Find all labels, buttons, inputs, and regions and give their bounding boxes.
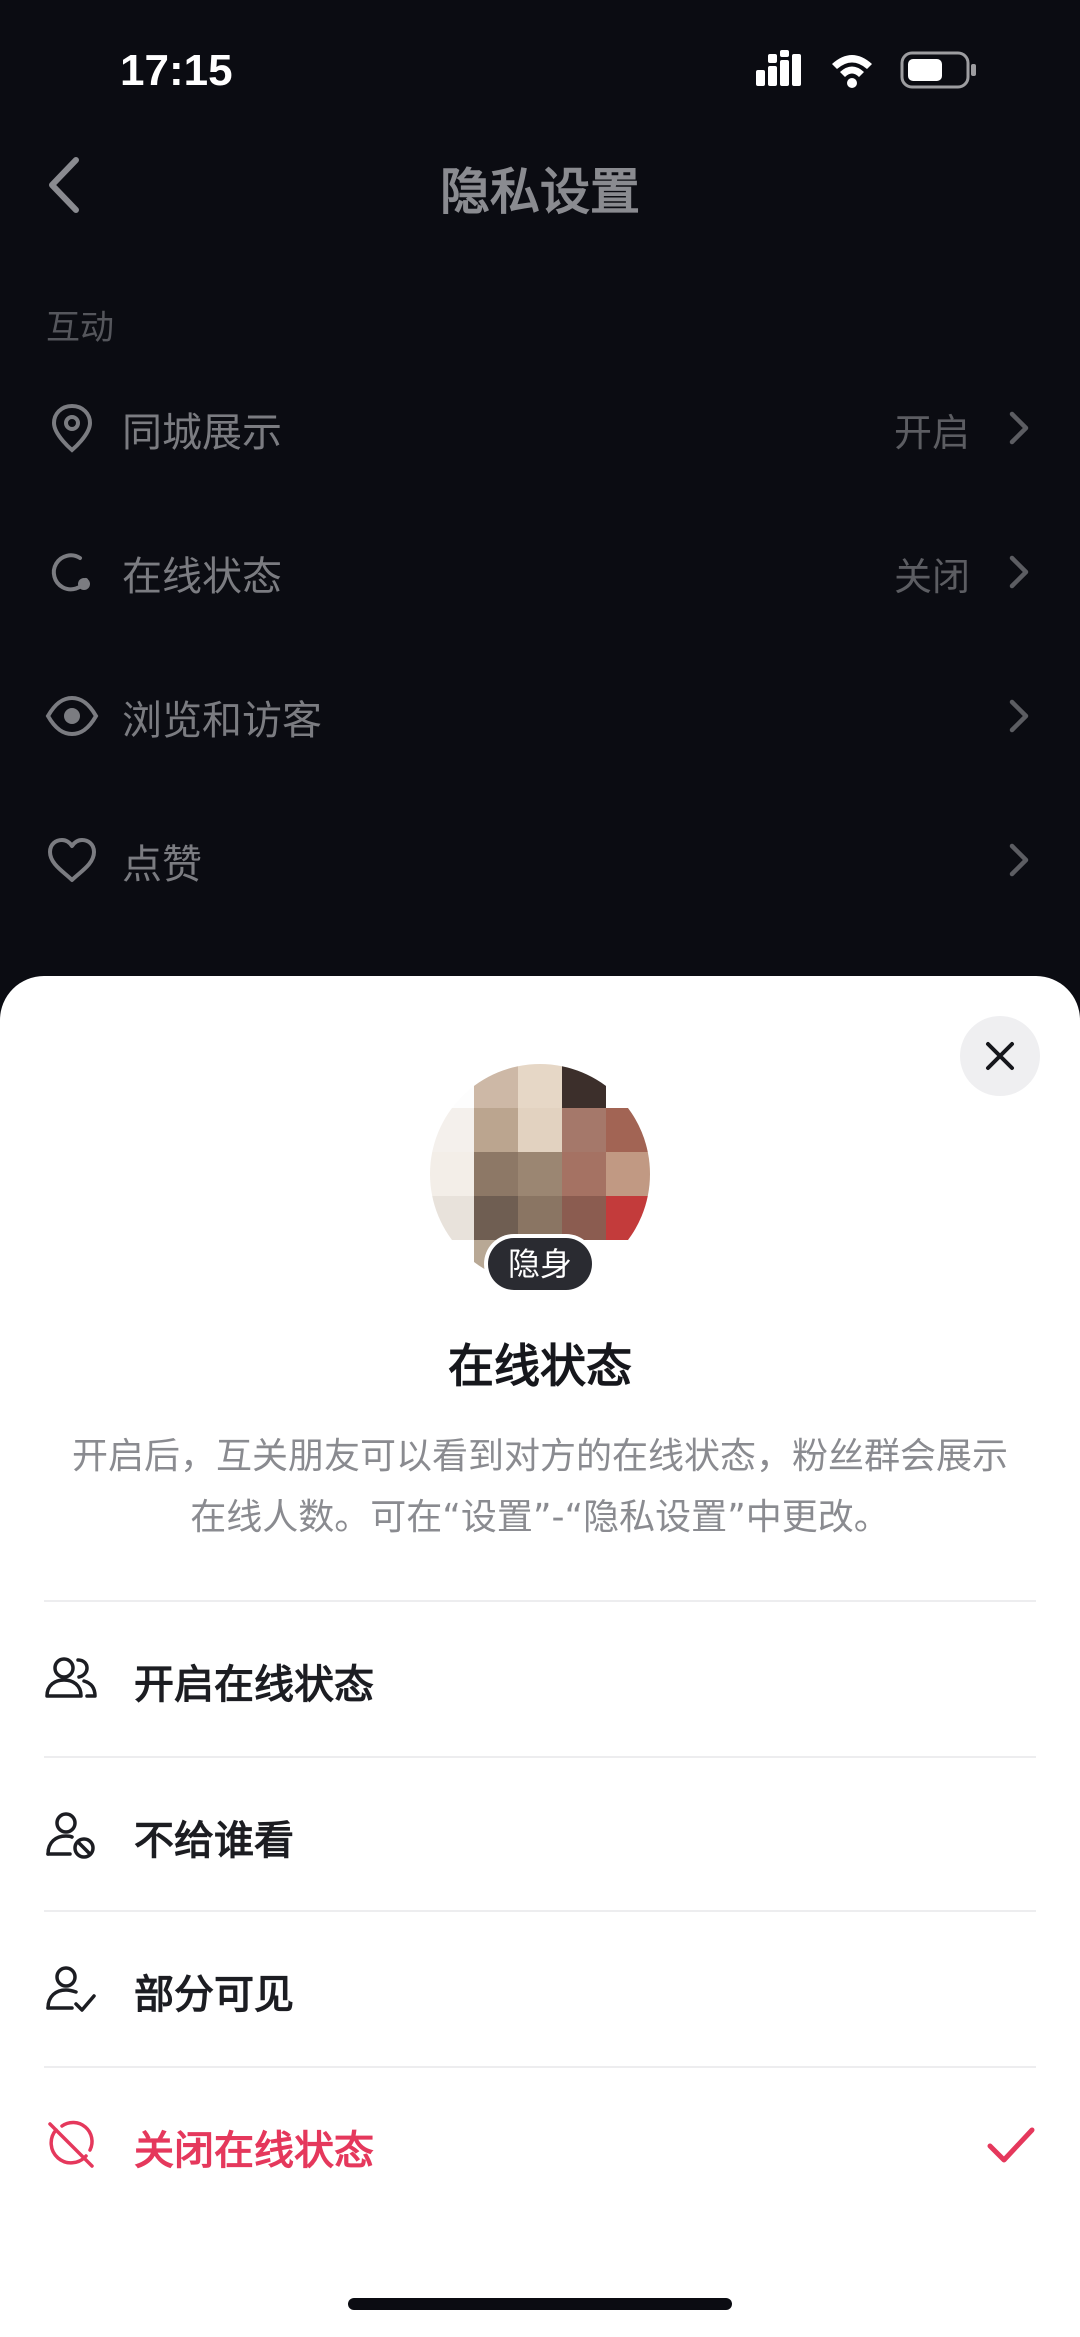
option-partially-visible[interactable]: 部分可见 bbox=[0, 1912, 1080, 2066]
close-icon bbox=[986, 1042, 1014, 1070]
user-blocked-icon bbox=[46, 1812, 95, 1859]
settings-row-value: 开启 bbox=[893, 411, 970, 455]
settings-row-value: 关闭 bbox=[893, 555, 970, 599]
online-status-sheet: 隐身 在线状态 开启后，互关朋友可以看到对方的在线状态，粉丝群会展示在线人数。可… bbox=[0, 976, 1080, 2337]
option-enable-online-status[interactable]: 开启在线状态 bbox=[0, 1602, 1080, 1756]
status-time: 17:15 bbox=[120, 46, 233, 95]
sheet-description: 开启后，互关朋友可以看到对方的在线状态，粉丝群会展示在线人数。可在“设置”-“隐… bbox=[71, 1436, 1008, 1538]
battery-icon bbox=[900, 51, 976, 89]
settings-row-label: 浏览和访客 bbox=[122, 698, 322, 744]
settings-row-label: 点赞 bbox=[122, 842, 202, 888]
eye-icon bbox=[45, 695, 99, 737]
chevron-right-icon bbox=[1009, 411, 1029, 445]
option-hide-from[interactable]: 不给谁看 bbox=[0, 1758, 1080, 1912]
settings-row-online-status[interactable]: 在线状态 关闭 bbox=[0, 522, 1080, 622]
page-title: 隐私设置 bbox=[440, 163, 640, 221]
section-label: 互动 bbox=[46, 308, 114, 348]
wifi-icon bbox=[832, 55, 872, 88]
chevron-right-icon bbox=[1009, 699, 1029, 733]
status-badge-label: 隐身 bbox=[488, 1238, 592, 1290]
sheet-title: 在线状态 bbox=[448, 1339, 632, 1393]
signal-icon bbox=[756, 50, 801, 86]
option-label: 部分可见 bbox=[134, 1972, 294, 2018]
avatar: 隐身 bbox=[430, 1064, 650, 1294]
heart-icon bbox=[48, 838, 96, 882]
settings-row-label: 在线状态 bbox=[122, 554, 282, 600]
group-icon bbox=[45, 1657, 97, 1698]
offline-status-icon bbox=[48, 2120, 94, 2168]
chevron-right-icon bbox=[1009, 843, 1029, 877]
chevron-right-icon bbox=[1009, 555, 1029, 589]
settings-row-likes[interactable]: 点赞 bbox=[0, 810, 1080, 910]
status-badge: 隐身 bbox=[484, 1234, 596, 1294]
settings-row-label: 同城展示 bbox=[122, 410, 282, 456]
close-button[interactable] bbox=[960, 1016, 1040, 1096]
option-label: 关闭在线状态 bbox=[134, 2128, 374, 2174]
option-label: 不给谁看 bbox=[134, 1818, 294, 1864]
status-bar: 17:15 bbox=[0, 0, 1080, 140]
checkmark-icon bbox=[987, 2127, 1035, 2163]
online-status-icon bbox=[51, 553, 90, 592]
user-check-icon bbox=[46, 1966, 96, 2012]
location-pin-icon bbox=[51, 403, 93, 453]
settings-row-nearby[interactable]: 同城展示 开启 bbox=[0, 378, 1080, 478]
option-label: 开启在线状态 bbox=[134, 1662, 374, 1708]
option-disable-online-status[interactable]: 关闭在线状态 bbox=[0, 2068, 1080, 2222]
settings-row-views-visitors[interactable]: 浏览和访客 bbox=[0, 666, 1080, 766]
home-indicator bbox=[348, 2298, 732, 2310]
